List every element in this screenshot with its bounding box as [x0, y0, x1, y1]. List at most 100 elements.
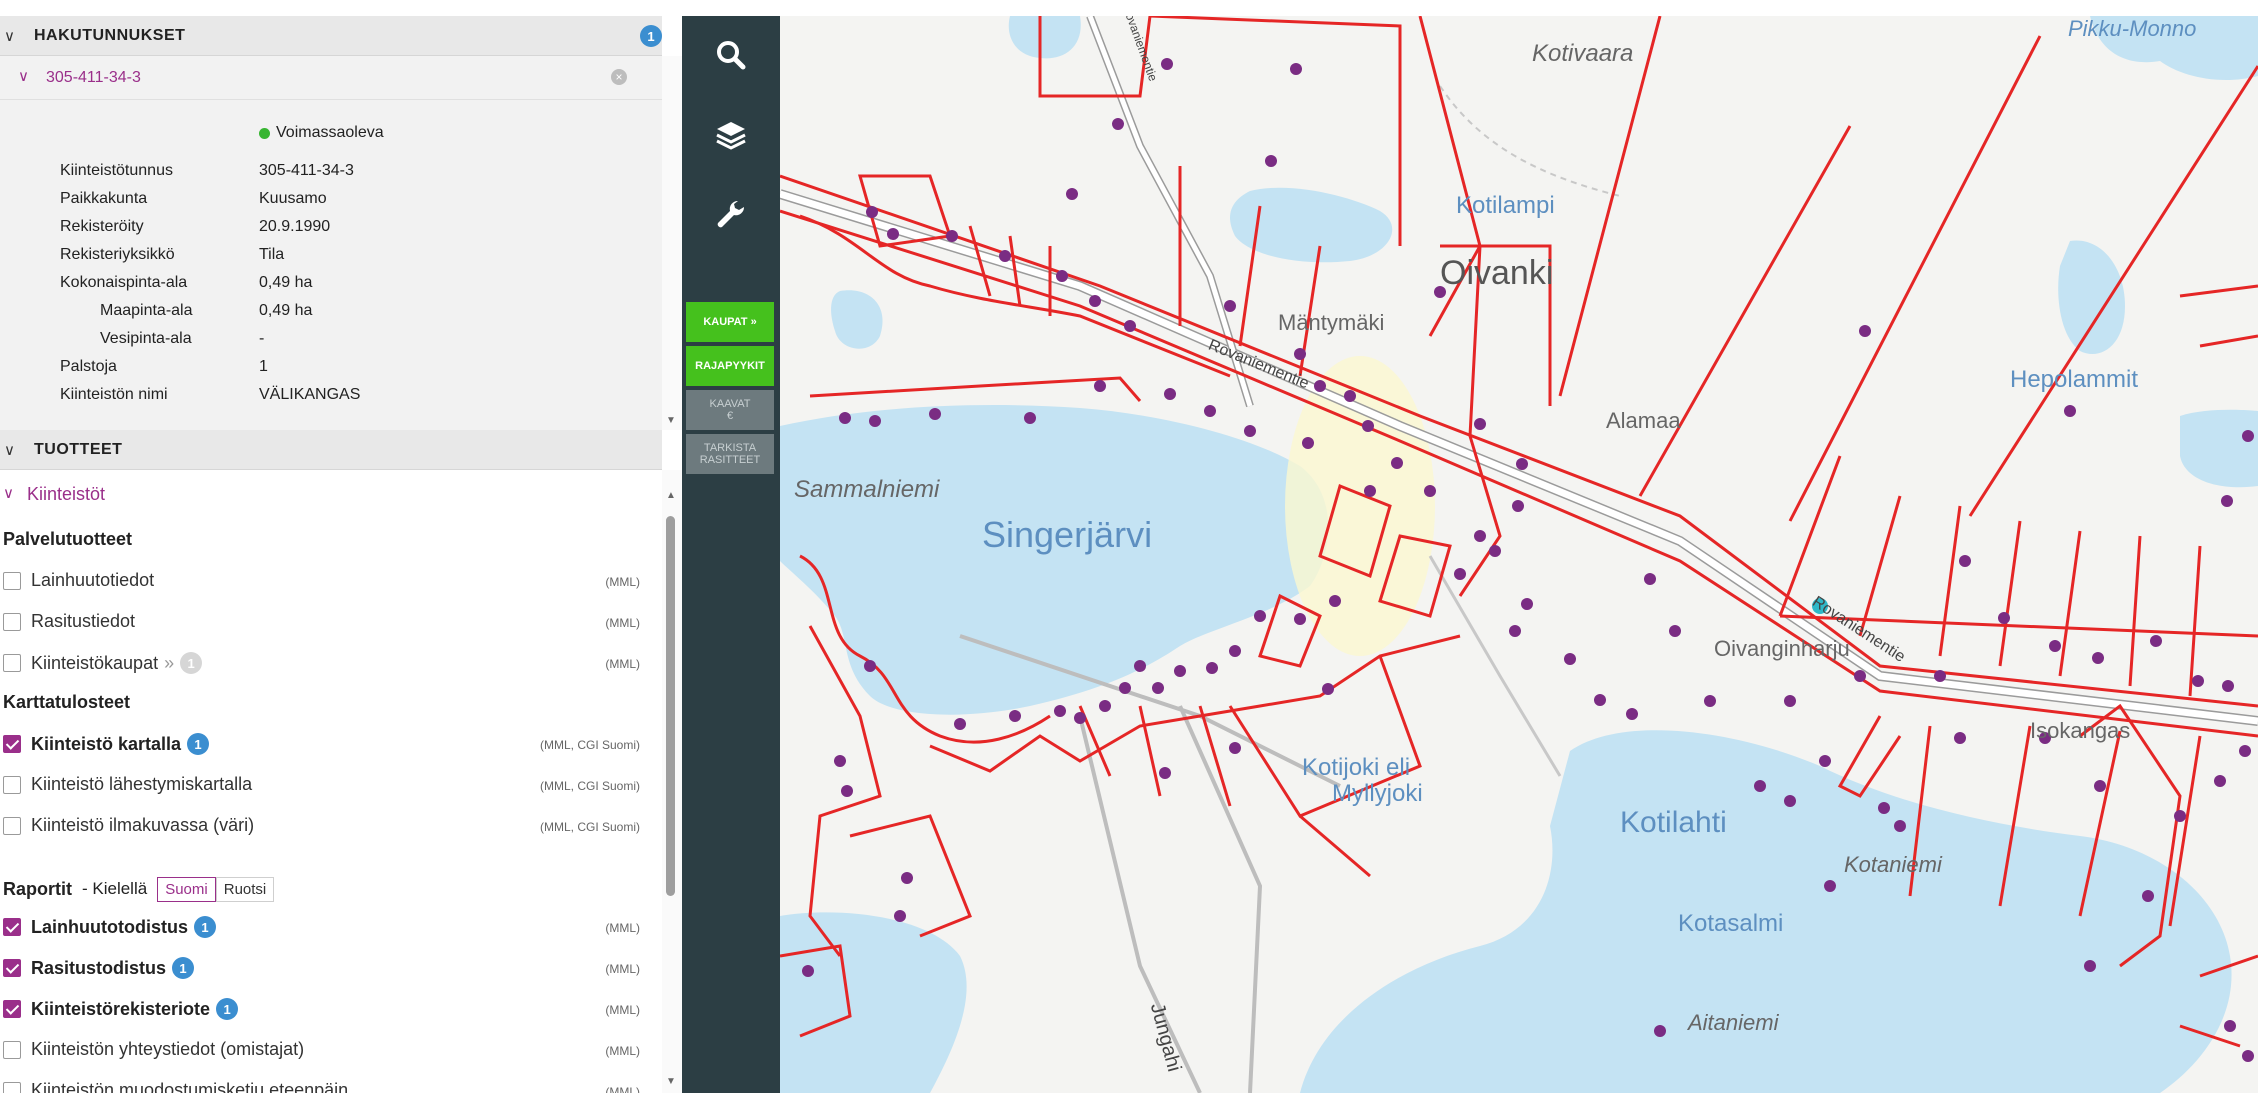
product-label: Rasitustiedot [31, 611, 136, 631]
property-details: Voimassaoleva Kiinteistötunnus 305-411-34… [0, 100, 662, 430]
group-map-prints: Karttatulosteet [3, 692, 131, 712]
product-row[interactable]: Lainhuutotiedot (MML) [0, 568, 662, 598]
scroll-down-icon[interactable]: ▼ [666, 415, 676, 426]
product-row[interactable]: Kiinteistön yhteystiedot (omistajat) (MM… [0, 1037, 662, 1067]
product-checkbox[interactable] [3, 817, 21, 835]
product-label: Lainhuutotodistus 1 [31, 916, 216, 938]
product-checkbox[interactable] [3, 776, 21, 794]
language-option-ruotsi[interactable]: Ruotsi [215, 876, 275, 902]
search-icon[interactable] [712, 36, 750, 74]
clear-icon[interactable]: × [611, 69, 627, 85]
count-badge: 1 [172, 957, 195, 979]
product-row[interactable]: Kiinteistö kartalla 1 (MML, CGI Suomi) [0, 731, 662, 761]
kaavat-button[interactable]: KAAVAT € [686, 390, 774, 430]
search-code-item[interactable]: ∨ 305-411-34-3 × [0, 56, 662, 100]
chevron-down-icon: ∨ [4, 441, 15, 459]
product-source: (MML) [605, 962, 640, 976]
products-header[interactable]: ∨ TUOTTEET [0, 430, 662, 470]
language-option-suomi[interactable]: Suomi [157, 876, 216, 902]
product-row[interactable]: Kiinteistörekisteriote 1 (MML) [0, 996, 662, 1026]
group-reports: Raportit [3, 878, 72, 899]
product-row[interactable]: Kiinteistön muodostumisketju eteenpäin (… [0, 1078, 662, 1093]
detail-key: Paikkakunta [60, 190, 148, 207]
detail-value: 305-411-34-3 [259, 162, 354, 179]
product-checkbox[interactable] [3, 1082, 21, 1093]
details-scrollbar[interactable]: ▼ [662, 56, 682, 430]
search-codes-header[interactable]: ∨ HAKUTUNNUKSET 1 [0, 16, 662, 56]
detail-value: 0,49 ha [259, 274, 313, 291]
product-row[interactable]: Kiinteistö ilmakuvassa (väri) (MML, CGI … [0, 813, 662, 843]
product-source: (MML) [605, 616, 640, 630]
detail-row: Paikkakunta Kuusamo [0, 190, 662, 218]
label-kotaniemi: Kotaniemi [1844, 852, 1942, 877]
product-row[interactable]: Kiinteistökaupat» 1 (MML) [0, 650, 662, 680]
product-checkbox[interactable] [3, 572, 21, 590]
detail-row: Palstoja 1 [0, 358, 662, 386]
product-label: Kiinteistörekisteriote 1 [31, 998, 239, 1020]
detail-key: Vesipinta-ala [100, 330, 192, 347]
products-title: TUOTTEET [34, 440, 123, 458]
language-toggle: Suomi Ruotsi [157, 876, 275, 902]
label-singerjarvi: Singerjärvi [982, 514, 1153, 555]
language-label: - Kielellä [82, 879, 148, 898]
property-id-link[interactable]: 305-411-34-3 [46, 69, 141, 87]
kaavat-currency: € [726, 410, 734, 422]
rajapyykit-button[interactable]: RAJAPYYKIT [686, 346, 774, 386]
product-label: Kiinteistö kartalla 1 [31, 733, 210, 755]
scroll-up-icon[interactable]: ▲ [666, 490, 676, 501]
status-dot-icon [259, 127, 270, 139]
product-source: (MML) [605, 1003, 640, 1017]
detail-row: Vesipinta-ala - [0, 330, 662, 358]
label-kotijoki: Kotijoki eli [1302, 754, 1411, 781]
label-kotilampi: Kotilampi [1456, 192, 1555, 219]
count-badge: 1 [180, 652, 203, 674]
map-view[interactable]: Kotivaara Pikku-Monno Kotilampi Oivanki … [780, 16, 2258, 1093]
count-badge: 1 [187, 733, 210, 755]
label-oivanginharju: Oivanginharju [1714, 636, 1850, 661]
label-mantymaki: Mäntymäki [1278, 310, 1385, 335]
product-row[interactable]: Rasitustiedot (MML) [0, 609, 662, 639]
kaavat-label: KAAVAT [709, 398, 751, 410]
products-list: ∨ Kiinteistöt Palvelutuotteet Lainhuutot… [0, 470, 662, 1093]
detail-row: Kokonaispinta-ala 0,49 ha [0, 274, 662, 302]
product-label: Lainhuutotiedot [31, 570, 155, 590]
product-checkbox[interactable] [3, 959, 21, 977]
product-checkbox[interactable] [3, 613, 21, 631]
detail-row: Rekisteriyksikkö Tila [0, 246, 662, 274]
label-kotasalmi: Kotasalmi [1678, 910, 1784, 937]
detail-key: Kiinteistön nimi [60, 386, 168, 403]
product-row[interactable]: Lainhuutotodistus 1 (MML) [0, 914, 662, 944]
detail-key: Maapinta-ala [100, 302, 193, 319]
wrench-icon[interactable] [712, 196, 750, 234]
product-checkbox[interactable] [3, 735, 21, 753]
kaupat-button[interactable]: KAUPAT » [686, 302, 774, 342]
label-kotivaara: Kotivaara [1532, 40, 1634, 67]
product-row[interactable]: Rasitustodistus 1 (MML) [0, 955, 662, 985]
label-myllyjoki: Myllyjoki [1332, 780, 1423, 807]
rasitteet-label: RASITTEET [699, 454, 761, 466]
detail-key: Palstoja [60, 358, 117, 375]
product-label: Rasitustodistus 1 [31, 957, 195, 979]
count-badge: 1 [216, 998, 239, 1020]
label-isokangas: Isokangas [2030, 718, 2131, 743]
layers-icon[interactable] [712, 116, 750, 154]
products-scrollbar[interactable]: ▲ ▼ [662, 470, 682, 1093]
scrollbar-thumb[interactable] [666, 516, 675, 896]
product-checkbox[interactable] [3, 918, 21, 936]
product-label: Kiinteistökaupat» 1 [31, 652, 203, 674]
product-checkbox[interactable] [3, 654, 21, 672]
tarkista-rasitteet-button[interactable]: TARKISTA RASITTEET [686, 434, 774, 474]
category-label: Kiinteistöt [27, 484, 106, 504]
product-source: (MML, CGI Suomi) [539, 779, 640, 793]
product-checkbox[interactable] [3, 1041, 21, 1059]
product-row[interactable]: Kiinteistö lähestymiskartalla (MML, CGI … [0, 772, 662, 802]
label-aitaniemi: Aitaniemi [1688, 1010, 1779, 1035]
scroll-down-icon[interactable]: ▼ [666, 1076, 676, 1087]
product-label: Kiinteistön muodostumisketju eteenpäin [31, 1080, 349, 1093]
top-strip [0, 0, 2258, 16]
more-arrow-icon[interactable]: » [164, 653, 174, 674]
chevron-down-icon[interactable]: ∨ [18, 67, 29, 85]
label-oivanki: Oivanki [1440, 254, 1554, 292]
product-checkbox[interactable] [3, 1000, 21, 1018]
product-source: (MML) [605, 575, 640, 589]
